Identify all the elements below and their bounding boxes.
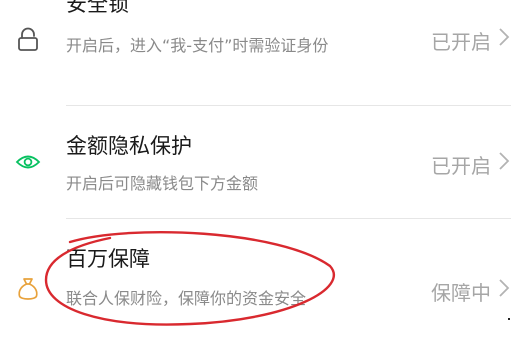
eye-icon [14,148,42,176]
status-label: 已开启 [431,154,491,178]
chevron-right-icon [497,24,511,50]
settings-row-million-guarantee[interactable]: 百万保障 联合人保财险，保障你的资金安全 保障中 [0,219,511,339]
settings-row-description: 开启后可隐藏钱包下方金额 [66,174,259,193]
money-bag-icon [14,275,42,303]
settings-row-description: 开启后，进入“我-支付”时需验证身份 [66,36,329,55]
settings-row-amount-privacy[interactable]: 金额隐私保护 开启后可隐藏钱包下方金额 已开启 [0,106,511,216]
chevron-right-icon [497,148,511,174]
lock-icon [14,26,42,54]
edge-mark [508,318,510,320]
settings-row-security-lock[interactable]: 安全锁 开启后，进入“我-支付”时需验证身份 已开启 [0,0,511,104]
settings-row-title: 金额隐私保护 [66,134,192,158]
status-label: 已开启 [431,30,491,54]
settings-row-description: 联合人保财险，保障你的资金安全 [66,289,307,308]
settings-row-title: 安全锁 [66,0,129,16]
wallet-security-settings: 安全锁 开启后，进入“我-支付”时需验证身份 已开启 金额隐私保护 开启后可隐藏… [0,0,511,339]
status-label: 保障中 [431,281,491,305]
chevron-right-icon [497,275,511,301]
settings-row-title: 百万保障 [66,247,150,271]
